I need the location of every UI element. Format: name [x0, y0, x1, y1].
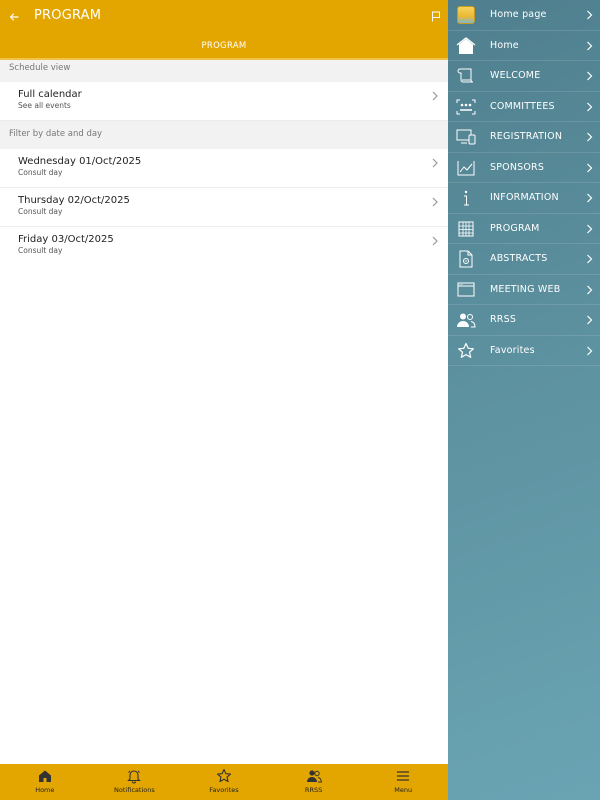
flag-button[interactable]: [428, 8, 444, 24]
menu-item-label: Home page: [490, 9, 547, 21]
list-item-day[interactable]: Wednesday 01/Oct/2025 Consult day: [0, 149, 448, 188]
devices-icon: [456, 127, 476, 147]
page-subtitle: PROGRAM: [201, 41, 247, 51]
nav-label: Favorites: [209, 786, 239, 794]
list-item-label: Full calendar: [18, 89, 82, 100]
menu-item-label: REGISTRATION: [490, 131, 563, 143]
list-item-sub: See all events: [18, 101, 71, 110]
menu-item-label: MEETING WEB: [490, 283, 561, 295]
back-button[interactable]: [6, 8, 22, 26]
info-icon: [456, 188, 476, 208]
menu-item-program[interactable]: PROGRAM: [448, 214, 600, 244]
chevron-right-icon: [587, 193, 593, 203]
star-icon: [456, 341, 476, 361]
chevron-right-icon: [587, 163, 593, 172]
nav-label: Notifications: [114, 786, 155, 794]
menu-item-label: Favorites: [490, 344, 535, 356]
list-item-day[interactable]: Friday 03/Oct/2025 Consult day: [0, 227, 448, 266]
chevron-right-icon: [587, 10, 593, 20]
chevron-right-icon: [587, 224, 593, 233]
chevron-right-icon: [587, 315, 593, 325]
menu-item-label: PROGRAM: [490, 222, 540, 234]
menu-item-label: INFORMATION: [490, 192, 559, 204]
menu-item-label: SPONSORS: [490, 161, 545, 173]
chevron-right-icon: [432, 158, 438, 168]
bell-icon: [127, 770, 142, 784]
menu-item-rrss[interactable]: RRSS: [448, 305, 600, 336]
logo-icon: [456, 5, 476, 25]
menu-item-home-page[interactable]: Home page: [448, 0, 600, 31]
list-item-day[interactable]: Thursday 02/Oct/2025 Consult day: [0, 188, 448, 227]
menu-item-label: WELCOME: [490, 70, 541, 82]
menu-item-abstracts[interactable]: ABSTRACTS: [448, 244, 600, 275]
menu-item-label: COMMITTEES: [490, 100, 555, 112]
chart-icon: [456, 158, 476, 178]
star-icon: [216, 768, 232, 783]
menu-item-welcome[interactable]: WELCOME: [448, 61, 600, 92]
chevron-right-icon: [587, 254, 593, 264]
list-item-sub: Consult day: [18, 207, 63, 216]
menu-item-registration[interactable]: REGISTRATION: [448, 122, 600, 153]
side-menu: Home page Home WELCOME COMMITTEES REGIST…: [448, 0, 600, 800]
nav-label: Home: [35, 786, 55, 794]
people-icon: [306, 770, 322, 783]
list-item-full-calendar[interactable]: Full calendar See all events: [0, 82, 448, 121]
top-app-bar: PROGRAM PROGRAM: [0, 0, 448, 60]
hamburger-icon: [397, 771, 410, 781]
menu-item-home[interactable]: Home: [448, 31, 600, 61]
chevron-right-icon: [432, 91, 438, 101]
chevron-right-icon: [587, 132, 593, 142]
nav-favorites[interactable]: Favorites: [179, 764, 269, 800]
list-item-label: Thursday 02/Oct/2025: [18, 195, 130, 206]
main-panel: PROGRAM PROGRAM Schedule view Full calen…: [0, 0, 448, 800]
list-item-sub: Consult day: [18, 246, 63, 255]
menu-item-label: RRSS: [490, 314, 517, 326]
chevron-right-icon: [587, 346, 593, 355]
calendar-grid-icon: [456, 219, 476, 239]
chevron-right-icon: [587, 102, 593, 111]
nav-label: RRSS: [304, 786, 323, 794]
chevron-right-icon: [432, 236, 438, 246]
menu-item-favorites[interactable]: Favorites: [448, 336, 600, 366]
list-item-sub: Consult day: [18, 168, 63, 177]
chevron-right-icon: [432, 197, 438, 207]
scroll-icon: [456, 66, 476, 86]
nav-notifications[interactable]: Notifications: [90, 764, 180, 800]
home-icon: [38, 770, 51, 782]
nav-label: Menu: [394, 786, 413, 794]
document-icon: [456, 249, 476, 269]
bottom-navigation: Home Notifications Favorites RRSS Menu: [0, 764, 448, 800]
list-item-label: Wednesday 01/Oct/2025: [18, 156, 142, 167]
list-item-label: Friday 03/Oct/2025: [18, 234, 114, 245]
chevron-right-icon: [587, 41, 593, 50]
section-header-filter: Filter by date and day: [0, 121, 448, 149]
committee-icon: [456, 97, 476, 117]
chevron-right-icon: [587, 71, 593, 81]
menu-item-label: ABSTRACTS: [490, 253, 548, 265]
nav-menu[interactable]: Menu: [358, 764, 448, 800]
house-icon: [456, 36, 476, 56]
section-header-schedule: Schedule view: [0, 60, 448, 82]
menu-item-meeting-web[interactable]: MEETING WEB: [448, 275, 600, 305]
menu-item-sponsors[interactable]: SPONSORS: [448, 153, 600, 183]
page-title: PROGRAM: [34, 8, 102, 23]
arrow-left-icon: [9, 13, 19, 21]
menu-item-committees[interactable]: COMMITTEES: [448, 92, 600, 122]
menu-item-label: Home: [490, 39, 519, 51]
chevron-right-icon: [587, 285, 593, 294]
flag-icon: [432, 11, 440, 21]
people-icon: [456, 310, 476, 330]
menu-item-information[interactable]: INFORMATION: [448, 183, 600, 214]
nav-rrss[interactable]: RRSS: [269, 764, 359, 800]
nav-home[interactable]: Home: [0, 764, 90, 800]
browser-window-icon: [456, 280, 476, 300]
